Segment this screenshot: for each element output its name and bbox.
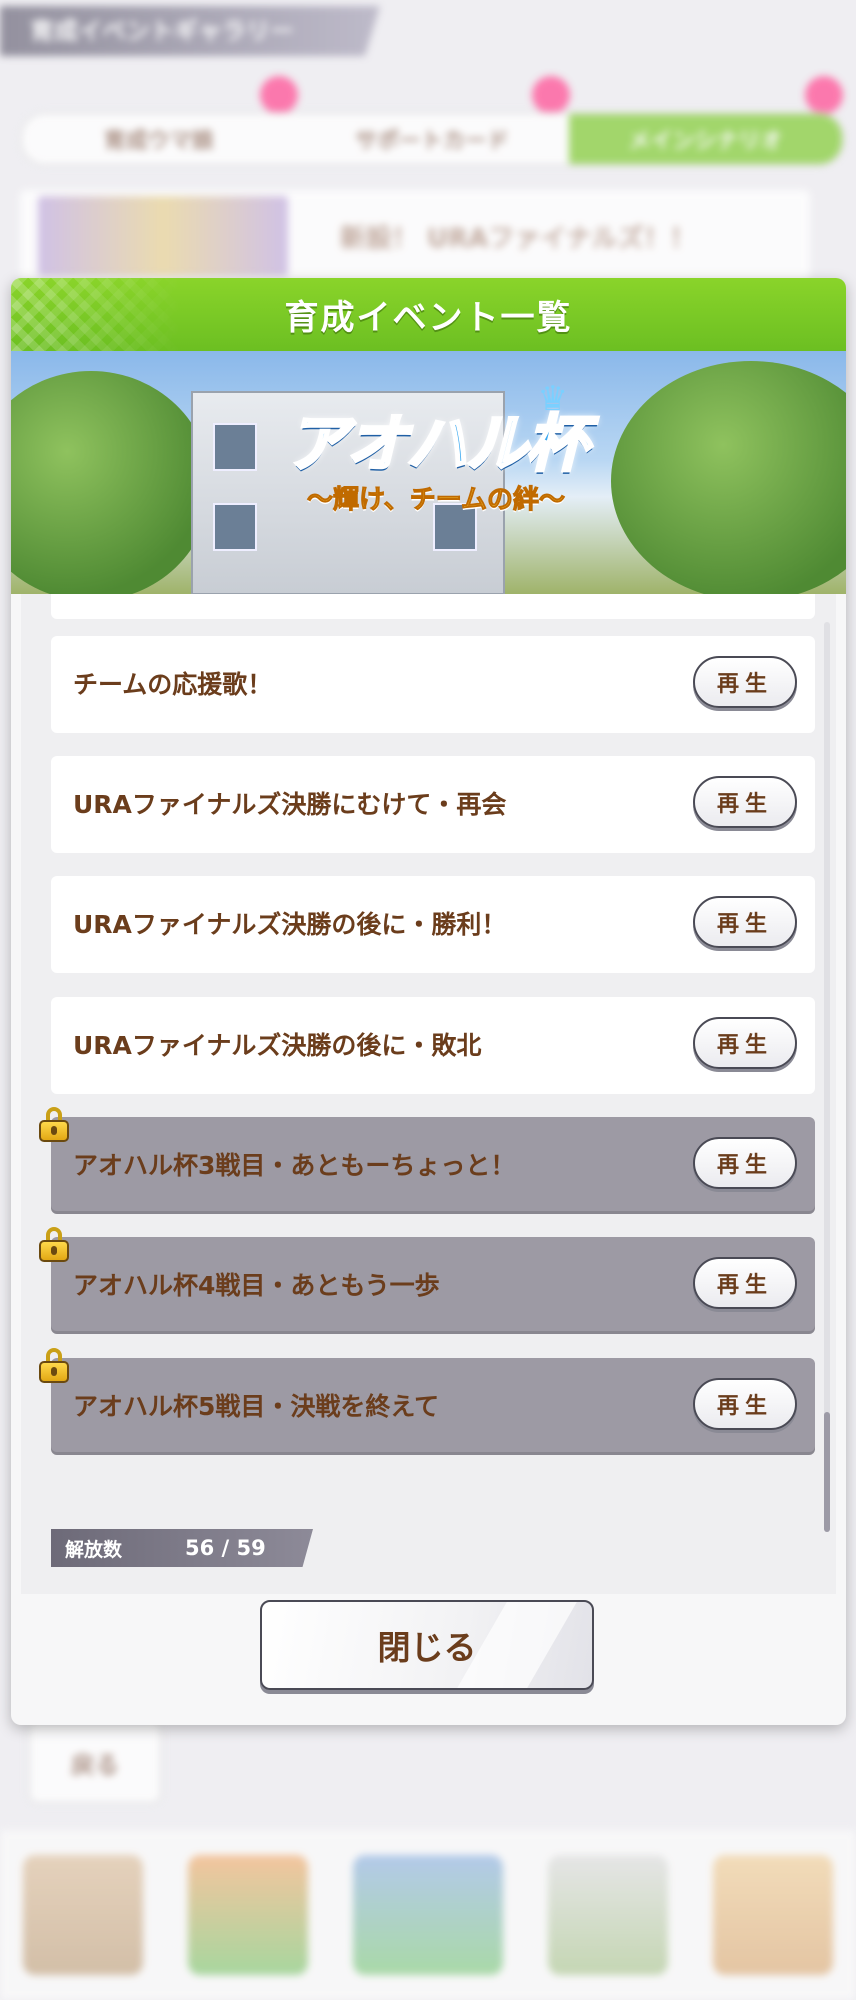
notification-dot: [532, 76, 570, 114]
back-button[interactable]: 戻る: [28, 1720, 162, 1804]
play-button[interactable]: 再生: [693, 1137, 797, 1189]
header-pattern: [11, 278, 181, 351]
event-title: アオハル杯4戦目・あともう一歩: [73, 1271, 440, 1300]
lock-icon: [39, 1227, 69, 1262]
window: [213, 423, 257, 471]
window: [213, 503, 257, 551]
nav-item[interactable]: [713, 1855, 834, 1975]
play-button[interactable]: 再生: [693, 1378, 797, 1430]
event-list-dialog: 育成イベント一覧 ♛ アオハル杯 〜輝け、チームの絆〜 チームの応援歌！ 再生 …: [11, 278, 846, 1725]
event-title: チームの応援歌！: [73, 670, 273, 699]
dialog-header: 育成イベント一覧: [11, 278, 846, 351]
event-title: URAファイナルズ決勝にむけて・再会: [73, 790, 507, 819]
event-list-viewport: チームの応援歌！ 再生 URAファイナルズ決勝にむけて・再会 再生 URAファイ…: [21, 594, 836, 1584]
tree-right: [611, 361, 846, 594]
notification-dot: [260, 76, 298, 114]
dialog-title: 育成イベント一覧: [284, 298, 573, 338]
tab-support-card[interactable]: サポートカード: [295, 114, 568, 164]
scenario-row[interactable]: 新設！ URAファイナルズ！！: [20, 190, 810, 282]
list-scrollbar[interactable]: [824, 622, 830, 1532]
nav-item[interactable]: [352, 1855, 503, 1975]
tree-left: [11, 371, 211, 594]
close-button-label: 閉じる: [377, 1628, 477, 1667]
scenario-thumbnail: [38, 196, 288, 276]
crown-icon: ♛: [537, 379, 568, 419]
scenario-banner: ♛ アオハル杯 〜輝け、チームの絆〜: [11, 351, 846, 594]
unlock-count-label: 解放数: [65, 1538, 123, 1561]
scenario-logo: ♛ アオハル杯 〜輝け、チームの絆〜: [276, 379, 596, 543]
tab-trainee[interactable]: 育成ウマ娘: [22, 114, 295, 164]
list-item: URAファイナルズ決勝にむけて・再会 再生: [51, 756, 815, 853]
list-item-locked: アオハル杯4戦目・あともう一歩 再生: [39, 1227, 815, 1334]
lock-icon: [39, 1107, 69, 1142]
nav-item[interactable]: [187, 1855, 308, 1975]
lock-icon: [39, 1348, 69, 1383]
play-button[interactable]: 再生: [693, 1017, 797, 1069]
event-title: アオハル杯5戦目・決戦を終えて: [73, 1392, 440, 1421]
unlock-count-value: 56 / 59: [185, 1536, 266, 1560]
unlock-count-badge: 解放数 56 / 59: [51, 1529, 313, 1567]
play-button[interactable]: 再生: [693, 656, 797, 708]
bottom-nav: [0, 1830, 856, 2000]
event-title: URAファイナルズ決勝の後に・敗北: [73, 1031, 482, 1060]
list-item-partial: [51, 594, 815, 619]
list-item: チームの応援歌！ 再生: [51, 636, 815, 733]
notification-dot: [805, 76, 843, 114]
tab-main-scenario[interactable]: メインシナリオ: [568, 114, 842, 164]
list-item-locked: アオハル杯5戦目・決戦を終えて 再生: [39, 1348, 815, 1455]
screen-title: 育成イベントギャラリー: [0, 6, 380, 56]
event-title: URAファイナルズ決勝の後に・勝利！: [73, 910, 507, 939]
category-tabs: 育成ウマ娘 サポートカード メインシナリオ: [20, 112, 844, 166]
event-list[interactable]: チームの応援歌！ 再生 URAファイナルズ決勝にむけて・再会 再生 URAファイ…: [21, 594, 836, 1594]
play-button[interactable]: 再生: [693, 776, 797, 828]
list-item: URAファイナルズ決勝の後に・勝利！ 再生: [51, 876, 815, 973]
event-title: アオハル杯3戦目・あともーちょっと！: [73, 1151, 516, 1180]
logo-subtitle: 〜輝け、チームの絆〜: [307, 485, 566, 516]
nav-item[interactable]: [548, 1855, 669, 1975]
play-button[interactable]: 再生: [693, 896, 797, 948]
list-item-locked: アオハル杯3戦目・あともーちょっと！ 再生: [39, 1107, 815, 1214]
close-button[interactable]: 閉じる: [260, 1600, 594, 1690]
play-button[interactable]: 再生: [693, 1257, 797, 1309]
scrollbar-thumb[interactable]: [824, 1412, 830, 1532]
list-item: URAファイナルズ決勝の後に・敗北 再生: [51, 997, 815, 1094]
nav-item[interactable]: [22, 1855, 143, 1975]
scenario-title: 新設！ URAファイナルズ！！: [340, 224, 696, 254]
